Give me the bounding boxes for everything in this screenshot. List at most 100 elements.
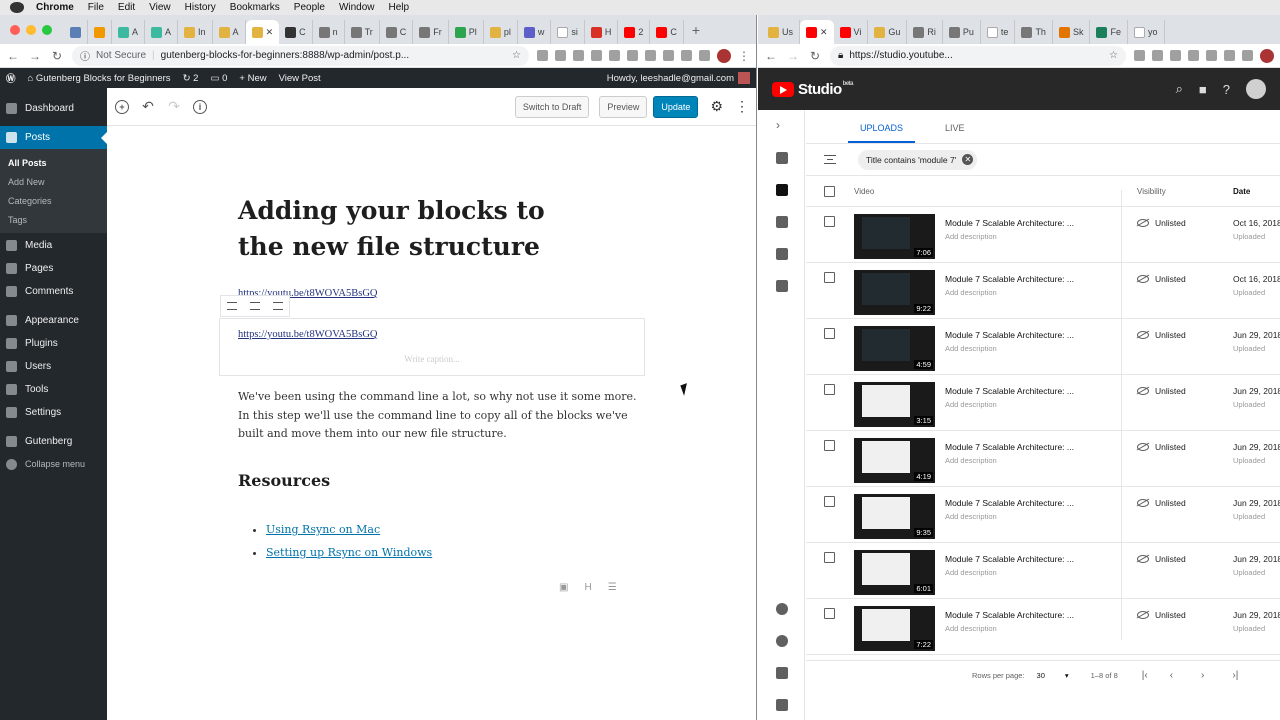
help-icon[interactable]: ? xyxy=(1223,82,1230,97)
extension-icon[interactable] xyxy=(663,50,674,61)
video-thumbnail[interactable]: 7:06 xyxy=(854,214,935,259)
updates-link[interactable]: ↻ 2 xyxy=(183,73,199,84)
caption-input[interactable]: Write caption... xyxy=(220,354,644,364)
browser-tab-active[interactable]: ✕ xyxy=(800,20,834,44)
row-checkbox[interactable] xyxy=(824,272,835,283)
sidebar-item-media[interactable]: Media xyxy=(0,234,107,256)
expand-menu-icon[interactable]: › xyxy=(776,118,780,132)
forward-icon[interactable]: → xyxy=(28,49,42,63)
paragraph-block[interactable]: We've been using the command line a lot,… xyxy=(238,388,638,444)
analytics-icon[interactable] xyxy=(776,216,788,228)
youtube-logo-icon[interactable] xyxy=(772,81,794,97)
list-block-icon[interactable]: ☰ xyxy=(608,582,617,593)
extension-icon[interactable] xyxy=(591,50,602,61)
create-video-icon[interactable]: ■ xyxy=(1199,82,1207,97)
chrome-menu-icon[interactable]: ⋮ xyxy=(738,49,750,63)
back-icon[interactable]: ← xyxy=(6,49,20,63)
video-thumbnail[interactable]: 4:19 xyxy=(854,438,935,483)
table-row[interactable]: 3:15 Module 7 Scalable Architecture: ... A… xyxy=(806,375,1280,431)
sidebar-item-plugins[interactable]: Plugins xyxy=(0,332,107,354)
list-item-link[interactable]: Setting up Rsync on Windows xyxy=(266,541,432,564)
browser-tab[interactable]: A xyxy=(112,20,146,44)
filter-chip[interactable]: Title contains 'module 7' ✕ xyxy=(858,149,978,170)
browser-tab[interactable]: C xyxy=(650,20,684,44)
video-title[interactable]: Module 7 Scalable Architecture: ... xyxy=(945,554,1074,564)
profile-avatar[interactable] xyxy=(1260,48,1274,63)
video-title[interactable]: Module 7 Scalable Architecture: ... xyxy=(945,442,1074,452)
menu-help[interactable]: Help xyxy=(389,2,410,13)
sidebar-item-appearance[interactable]: Appearance xyxy=(0,309,107,331)
url-field[interactable]: 🔒︎ https://studio.youtube... ☆ xyxy=(830,45,1126,66)
apple-icon[interactable] xyxy=(10,2,24,13)
browser-tab[interactable]: Tr xyxy=(345,20,380,44)
visibility-cell[interactable]: Unlisted xyxy=(1137,218,1186,228)
row-checkbox[interactable] xyxy=(824,552,835,563)
extension-icon[interactable] xyxy=(1152,50,1163,61)
alert-icon[interactable] xyxy=(776,635,788,647)
browser-tab[interactable]: Us xyxy=(762,20,800,44)
table-row[interactable]: 4:19 Module 7 Scalable Architecture: ... A… xyxy=(806,431,1280,487)
extension-icon[interactable] xyxy=(1206,50,1217,61)
browser-tab[interactable]: C xyxy=(380,20,414,44)
sidebar-item-users[interactable]: Users xyxy=(0,355,107,377)
browser-tab[interactable]: Fe xyxy=(1090,20,1128,44)
back-icon[interactable]: ← xyxy=(764,49,778,63)
row-checkbox[interactable] xyxy=(824,608,835,619)
video-thumbnail[interactable]: 4:59 xyxy=(854,326,935,371)
extension-icon[interactable] xyxy=(555,50,566,61)
browser-tab[interactable]: te xyxy=(981,20,1016,44)
forward-icon[interactable]: → xyxy=(786,49,800,63)
table-row[interactable]: 4:59 Module 7 Scalable Architecture: ... A… xyxy=(806,319,1280,375)
browser-tab[interactable]: w xyxy=(518,20,552,44)
table-row[interactable]: 6:01 Module 7 Scalable Architecture: ... A… xyxy=(806,543,1280,599)
browser-tab[interactable]: yo xyxy=(1128,20,1165,44)
browser-tab[interactable]: si xyxy=(551,20,585,44)
browser-tab[interactable]: pl xyxy=(484,20,518,44)
collapse-menu-button[interactable]: Collapse menu xyxy=(0,453,107,475)
submenu-all-posts[interactable]: All Posts xyxy=(0,153,107,172)
table-row[interactable]: 7:22 Module 7 Scalable Architecture: ... A… xyxy=(806,599,1280,655)
url-field[interactable]: ⓘ Not Secure | gutenberg-blocks-for-begi… xyxy=(72,45,529,66)
video-description[interactable]: Add description xyxy=(945,624,997,633)
extension-icon[interactable] xyxy=(1134,50,1145,61)
video-description[interactable]: Add description xyxy=(945,456,997,465)
extension-icon[interactable] xyxy=(627,50,638,61)
close-window-icon[interactable] xyxy=(10,24,20,35)
switch-to-draft-button[interactable]: Switch to Draft xyxy=(514,95,590,118)
bookmark-star-icon[interactable]: ☆ xyxy=(1109,50,1118,61)
wordpress-logo-icon[interactable]: Ⓦ xyxy=(6,71,16,85)
row-checkbox[interactable] xyxy=(824,216,835,227)
menu-edit[interactable]: Edit xyxy=(118,2,135,13)
feedback-icon[interactable] xyxy=(776,667,788,679)
browser-tab[interactable]: Sk xyxy=(1053,20,1091,44)
browser-tab[interactable]: In xyxy=(178,20,213,44)
video-title[interactable]: Module 7 Scalable Architecture: ... xyxy=(945,498,1074,508)
browser-tab[interactable]: H xyxy=(585,20,619,44)
browser-tab-active[interactable]: ✕ xyxy=(245,20,280,44)
video-thumbnail[interactable]: 9:35 xyxy=(854,494,935,539)
extension-icon[interactable] xyxy=(573,50,584,61)
remove-filter-icon[interactable]: ✕ xyxy=(962,154,974,165)
classic-studio-icon[interactable] xyxy=(776,699,788,711)
browser-tab[interactable]: Vi xyxy=(834,20,869,44)
next-page-icon[interactable]: › xyxy=(1201,670,1204,681)
comments-icon[interactable] xyxy=(776,248,788,260)
row-checkbox[interactable] xyxy=(824,384,835,395)
embed-link[interactable]: https://youtu.be/t8WOVA5BsGQ xyxy=(238,329,378,340)
browser-tab[interactable]: A xyxy=(213,20,246,44)
visibility-cell[interactable]: Unlisted xyxy=(1137,610,1186,620)
heading-block-icon[interactable]: H xyxy=(584,582,591,593)
sidebar-item-dashboard[interactable]: Dashboard xyxy=(0,97,107,119)
menu-app[interactable]: Chrome xyxy=(36,2,74,13)
extension-icon[interactable] xyxy=(645,50,656,61)
visibility-cell[interactable]: Unlisted xyxy=(1137,442,1186,452)
new-content-link[interactable]: + New xyxy=(239,73,266,84)
menu-window[interactable]: Window xyxy=(339,2,375,13)
extension-icon[interactable] xyxy=(681,50,692,61)
content-info-icon[interactable]: i xyxy=(193,99,207,114)
image-block-icon[interactable]: ▣ xyxy=(559,582,568,593)
visibility-cell[interactable]: Unlisted xyxy=(1137,498,1186,508)
column-visibility[interactable]: Visibility xyxy=(1137,187,1166,196)
close-tab-icon[interactable]: ✕ xyxy=(266,27,274,38)
video-thumbnail[interactable]: 6:01 xyxy=(854,550,935,595)
